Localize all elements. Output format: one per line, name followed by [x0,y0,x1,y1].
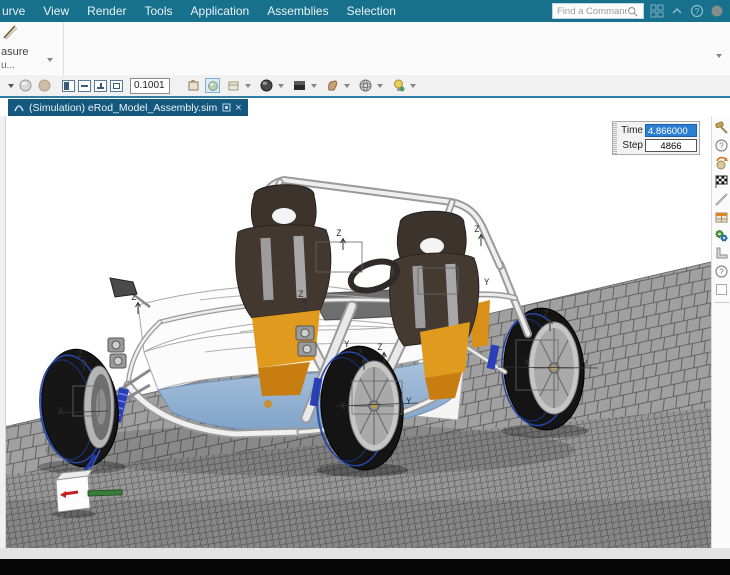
pan-hand-caret-icon[interactable] [344,84,350,88]
menu-item-view[interactable]: View [34,0,78,22]
finish-flag-icon[interactable] [714,174,729,189]
time-value-input[interactable]: 4.866000 [645,124,697,137]
user-account-icon[interactable] [710,4,724,18]
shaded-sphere-icon[interactable] [259,78,274,93]
svg-text:X: X [58,407,64,417]
clipboard-stamp-icon[interactable] [186,78,201,93]
active-document-tab[interactable]: (Simulation) eRod_Model_Assembly.sim × [8,99,248,116]
command-search-input[interactable] [553,5,627,18]
lightbulb-icon[interactable] [391,78,406,93]
menu-item-curve[interactable]: urve [0,0,34,22]
view-box-icon[interactable] [226,78,241,93]
menu-item-application[interactable]: Application [182,0,259,22]
step-label: Step [619,140,645,151]
svg-text:?: ? [719,268,724,277]
measure-line-icon[interactable] [714,192,729,207]
toolbar-dropdown-caret-icon[interactable] [8,84,14,88]
svg-text:Z: Z [131,293,137,303]
scale-value-input[interactable] [130,78,170,94]
menu-bar: urve View Render Tools Application Assem… [0,0,730,22]
part-navigator-icon [14,103,24,112]
side-mirror [110,278,150,307]
lightbulb-caret-icon[interactable] [410,84,416,88]
help-circle2-icon[interactable]: ? [714,264,729,279]
results-table-icon[interactable] [714,210,729,225]
tab-title: (Simulation) eRod_Model_Assembly.sim [29,102,217,114]
help-circle-icon[interactable]: ? [714,138,729,153]
search-icon [627,6,638,17]
ribbon-area: asure u... [0,22,730,75]
menu-item-tools[interactable]: Tools [136,0,182,22]
svg-text:Z: Z [357,349,363,359]
gears-icon[interactable] [714,228,729,243]
menu-item-render[interactable]: Render [78,0,135,22]
ribbon-group-measure[interactable]: asure u... [0,22,64,75]
view-toolbar [0,75,730,96]
sidebar-divider [714,302,729,303]
ribbon-group-caret-icon[interactable] [47,58,53,62]
svg-text:Y: Y [484,278,490,288]
ribbon-overflow-caret-icon[interactable] [716,54,722,58]
menu-item-assemblies[interactable]: Assemblies [258,0,337,22]
svg-text:?: ? [719,142,724,151]
svg-text:Z: Z [474,225,480,235]
sphere-tool-icon[interactable] [18,78,33,93]
layout-grid-icon[interactable] [650,4,664,18]
face-style-icon[interactable] [292,78,307,93]
svg-text:Y: Y [406,397,412,407]
face-style-caret-icon[interactable] [311,84,317,88]
animation-replay-icon[interactable] [714,156,729,171]
render-style-shaded-icon[interactable] [205,78,220,93]
pan-hand-icon[interactable] [325,78,340,93]
svg-text:?: ? [695,7,700,16]
menu-item-selection[interactable]: Selection [338,0,405,22]
sphere-dark-tool-icon[interactable] [37,78,52,93]
window-split-icon[interactable] [62,80,75,92]
window-close-view-icon[interactable] [110,80,123,92]
ribbon-group-sublabel: u... [1,60,15,71]
time-label: Time [619,125,645,136]
svg-text:Z: Z [336,229,342,239]
command-search-box[interactable] [552,3,644,19]
svg-text:X: X [283,284,289,294]
window-arrange-horizontal-icon[interactable] [78,80,91,92]
left-resource-strip[interactable] [0,116,6,548]
wireframe-sphere-caret-icon[interactable] [377,84,383,88]
probe-green-rod [88,490,122,496]
shaded-sphere-caret-icon[interactable] [278,84,284,88]
ribbon-group-label: asure [1,46,29,58]
view-box-caret-icon[interactable] [245,84,251,88]
tab-close-icon[interactable]: × [235,102,241,114]
tools-hammer-icon[interactable] [714,120,729,135]
status-strip [0,548,730,559]
right-toolbar-sidebar: ? ? [711,116,730,548]
nx-application-window: ZZXZZZYZZXYZXYYX urve View Render Tools … [0,0,730,575]
svg-text:Z: Z [77,350,83,360]
collapse-ribbon-chevron-icon[interactable] [670,4,684,18]
svg-text:Z: Z [543,310,549,320]
svg-text:Y: Y [582,360,588,370]
svg-text:X: X [340,402,346,412]
wireframe-sphere-icon[interactable] [358,78,373,93]
svg-text:X: X [524,358,530,368]
bottom-black-bar [0,559,730,575]
tab-pin-icon[interactable] [222,103,231,112]
note-square-icon[interactable] [714,282,729,297]
window-expand-icon[interactable] [94,80,107,92]
simulation-time-panel: Time 4.866000 Step 4866 [612,121,700,155]
corner-ruler-icon[interactable] [714,246,729,261]
svg-text:Y: Y [344,340,350,350]
document-tab-bar: (Simulation) eRod_Model_Assembly.sim × [0,98,730,116]
measure-pencil-icon [1,23,19,41]
svg-text:Z: Z [377,343,383,353]
help-icon[interactable]: ? [690,4,704,18]
svg-text:Z: Z [298,290,304,300]
step-value-input[interactable]: 4866 [645,139,697,152]
